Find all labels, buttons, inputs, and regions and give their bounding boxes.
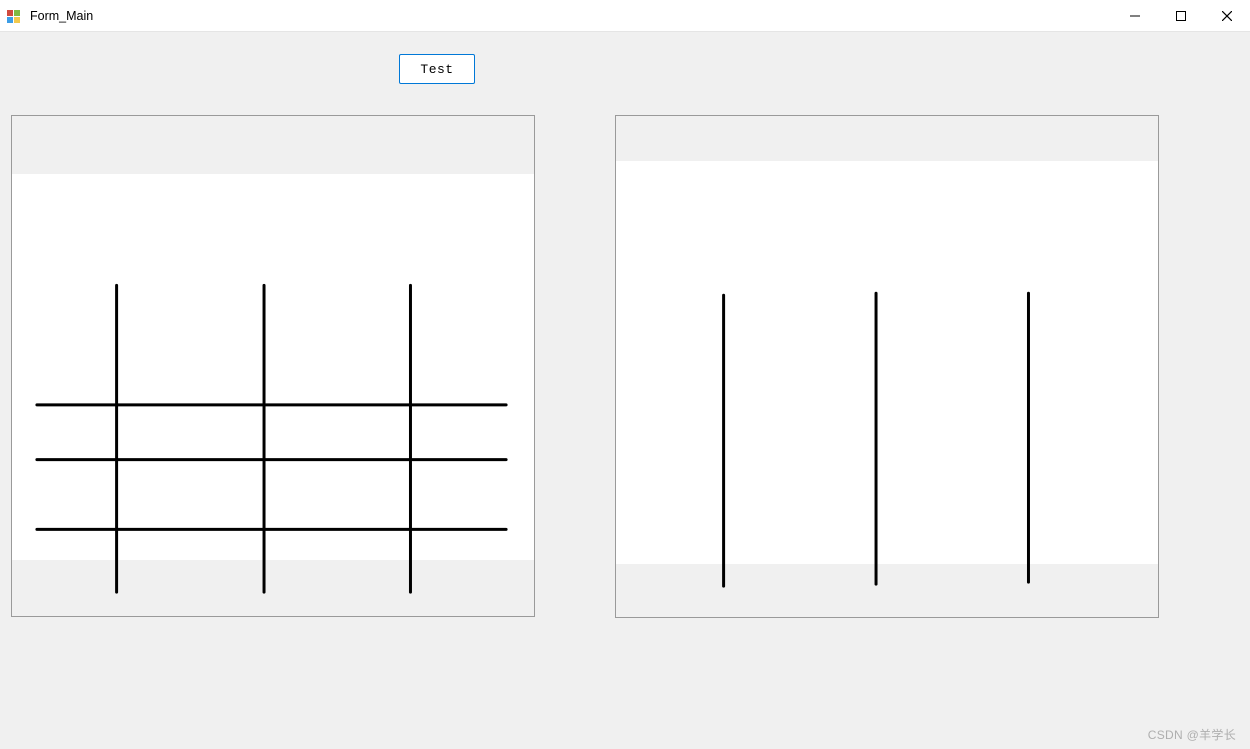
picture-panel-right [615, 115, 1159, 618]
window-controls [1112, 0, 1250, 31]
client-area: Test CSDN @羊学长 [0, 32, 1250, 749]
maximize-button[interactable] [1158, 0, 1204, 31]
app-icon [6, 8, 22, 24]
close-button[interactable] [1204, 0, 1250, 31]
picture-panel-left [11, 115, 535, 617]
watermark: CSDN @羊学长 [1148, 726, 1236, 743]
title-bar: Form_Main [0, 0, 1250, 32]
canvas-left [12, 174, 534, 560]
canvas-right [616, 161, 1158, 564]
test-button-label: Test [420, 62, 453, 77]
window-title: Form_Main [30, 9, 93, 23]
test-button[interactable]: Test [399, 54, 475, 84]
minimize-button[interactable] [1112, 0, 1158, 31]
